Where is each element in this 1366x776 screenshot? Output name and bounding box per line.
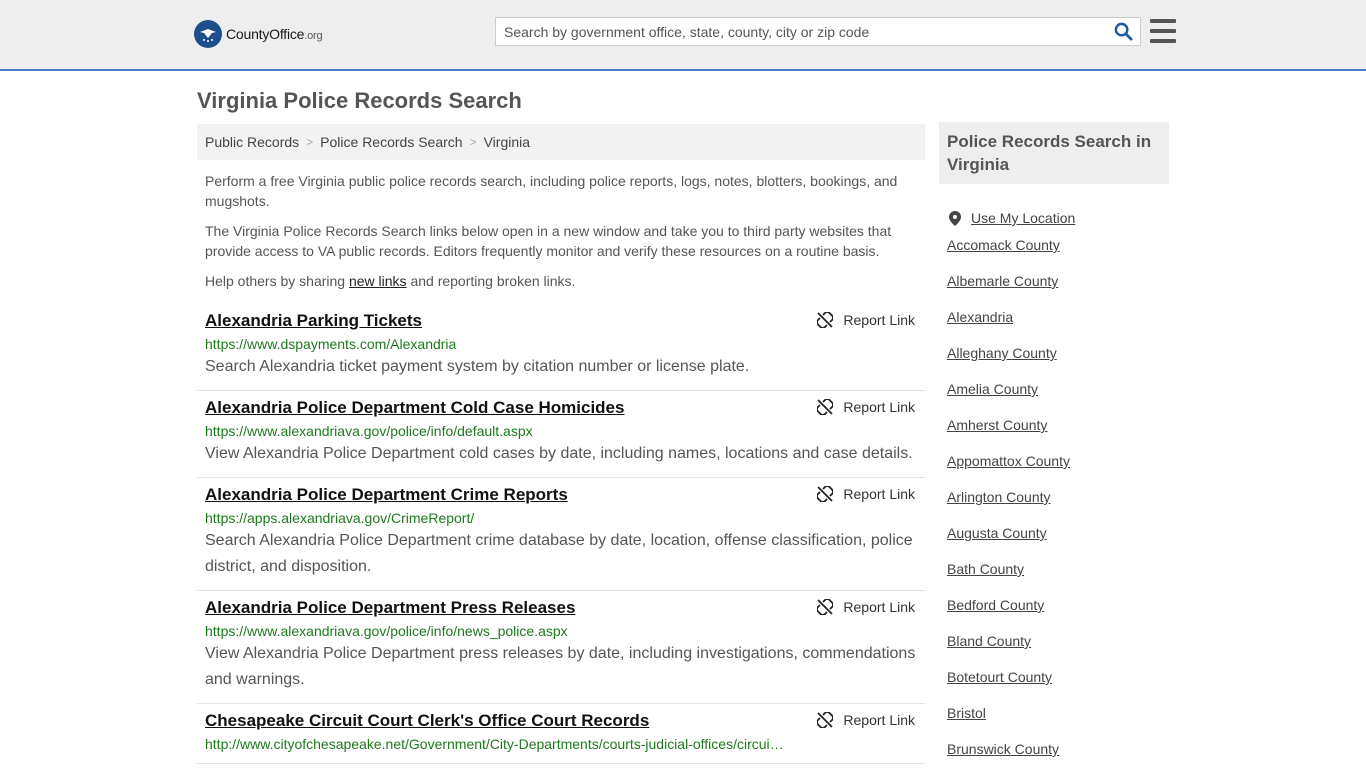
- sidebar-item-amelia-county[interactable]: Amelia County: [947, 380, 1169, 416]
- site-header: CountyOffice.org: [0, 0, 1366, 71]
- sidebar-item-augusta-county[interactable]: Augusta County: [947, 524, 1169, 560]
- breadcrumb-public-records[interactable]: Public Records: [205, 134, 299, 150]
- result-url: https://www.dspayments.com/Alexandria: [205, 336, 457, 352]
- report-link-button[interactable]: Report Link: [817, 599, 915, 615]
- sidebar-item-arlington-county[interactable]: Arlington County: [947, 488, 1169, 524]
- report-link-label: Report Link: [843, 599, 915, 615]
- sidebar-title: Police Records Search in Virginia: [939, 122, 1169, 184]
- result-item: Alexandria Parking Tickets Report Link h…: [197, 304, 925, 391]
- report-link-button[interactable]: Report Link: [817, 712, 915, 728]
- search-bar: [495, 17, 1141, 46]
- logo-text: CountyOffice.org: [226, 26, 323, 42]
- page-title: Virginia Police Records Search: [197, 88, 522, 113]
- breadcrumb-separator-icon: >: [469, 135, 477, 149]
- result-description: View Alexandria Police Department cold c…: [205, 445, 913, 462]
- result-url: http://www.cityofchesapeake.net/Governme…: [205, 736, 784, 752]
- result-title-link[interactable]: Alexandria Parking Tickets: [205, 311, 422, 331]
- broken-link-icon: [817, 312, 834, 328]
- search-input[interactable]: [496, 18, 1106, 45]
- site-logo[interactable]: CountyOffice.org: [194, 20, 323, 48]
- report-link-label: Report Link: [843, 712, 915, 728]
- result-url: https://www.alexandriava.gov/police/info…: [205, 623, 568, 639]
- logo-tld: .org: [304, 30, 323, 42]
- breadcrumb-virginia: Virginia: [483, 134, 531, 150]
- hamburger-menu-icon[interactable]: [1150, 19, 1176, 43]
- sidebar-item-bedford-county[interactable]: Bedford County: [947, 596, 1169, 632]
- map-pin-icon: [949, 210, 961, 226]
- sidebar-item-appomattox-county[interactable]: Appomattox County: [947, 452, 1169, 488]
- results-list: Alexandria Parking Tickets Report Link h…: [197, 304, 925, 764]
- report-link-label: Report Link: [843, 486, 915, 502]
- result-item: Alexandria Police Department Cold Case H…: [197, 391, 925, 478]
- intro-paragraph-3: Help others by sharing new links and rep…: [205, 271, 917, 291]
- sidebar-location-list: Use My Location Accomack County Albemarl…: [939, 200, 1169, 776]
- sidebar-item-bland-county[interactable]: Bland County: [947, 632, 1169, 668]
- intro-text: Perform a free Virginia public police re…: [205, 171, 917, 301]
- breadcrumb-separator-icon: >: [306, 135, 314, 149]
- broken-link-icon: [817, 599, 834, 615]
- sidebar-item-bristol[interactable]: Bristol: [947, 704, 1169, 740]
- sidebar: Police Records Search in Virginia Use My…: [939, 122, 1169, 776]
- report-link-button[interactable]: Report Link: [817, 399, 915, 415]
- report-link-label: Report Link: [843, 312, 915, 328]
- sidebar-item-alexandria[interactable]: Alexandria: [947, 308, 1169, 344]
- sidebar-item-accomack-county[interactable]: Accomack County: [947, 236, 1169, 272]
- result-title-link[interactable]: Alexandria Police Department Cold Case H…: [205, 398, 624, 418]
- breadcrumb: Public Records > Police Records Search >…: [197, 124, 925, 160]
- sidebar-item-botetourt-county[interactable]: Botetourt County: [947, 668, 1169, 704]
- intro-paragraph-1: Perform a free Virginia public police re…: [205, 173, 898, 209]
- broken-link-icon: [817, 486, 834, 502]
- logo-brand: CountyOffice: [226, 26, 305, 42]
- result-description: Search Alexandria ticket payment system …: [205, 358, 750, 375]
- result-item: Chesapeake Circuit Court Clerk's Office …: [197, 704, 925, 764]
- sidebar-item-bath-county[interactable]: Bath County: [947, 560, 1169, 596]
- report-link-label: Report Link: [843, 399, 915, 415]
- search-button[interactable]: [1106, 18, 1140, 45]
- result-item: Alexandria Police Department Press Relea…: [197, 591, 925, 704]
- new-links-link[interactable]: new links: [349, 273, 407, 289]
- result-title-link[interactable]: Alexandria Police Department Press Relea…: [205, 598, 575, 618]
- result-description: View Alexandria Police Department press …: [205, 645, 916, 688]
- result-title-link[interactable]: Chesapeake Circuit Court Clerk's Office …: [205, 711, 649, 731]
- result-description: Search Alexandria Police Department crim…: [205, 532, 913, 575]
- intro-help-text-end: and reporting broken links.: [406, 273, 576, 289]
- use-my-location-label: Use My Location: [971, 210, 1076, 226]
- sidebar-item-brunswick-county[interactable]: Brunswick County: [947, 740, 1169, 776]
- broken-link-icon: [817, 399, 834, 415]
- logo-eagle-icon: [194, 20, 222, 48]
- sidebar-item-alleghany-county[interactable]: Alleghany County: [947, 344, 1169, 380]
- sidebar-item-amherst-county[interactable]: Amherst County: [947, 416, 1169, 452]
- result-title-link[interactable]: Alexandria Police Department Crime Repor…: [205, 485, 568, 505]
- sidebar-item-albemarle-county[interactable]: Albemarle County: [947, 272, 1169, 308]
- breadcrumb-police-records-search[interactable]: Police Records Search: [320, 134, 462, 150]
- result-url: https://www.alexandriava.gov/police/info…: [205, 423, 533, 439]
- intro-paragraph-2: The Virginia Police Records Search links…: [205, 223, 892, 259]
- report-link-button[interactable]: Report Link: [817, 486, 915, 502]
- result-item: Alexandria Police Department Crime Repor…: [197, 478, 925, 591]
- intro-help-text: Help others by sharing: [205, 273, 349, 289]
- broken-link-icon: [817, 712, 834, 728]
- report-link-button[interactable]: Report Link: [817, 312, 915, 328]
- use-my-location-link[interactable]: Use My Location: [947, 200, 1169, 236]
- result-url: https://apps.alexandriava.gov/CrimeRepor…: [205, 510, 475, 526]
- search-icon: [1114, 22, 1133, 41]
